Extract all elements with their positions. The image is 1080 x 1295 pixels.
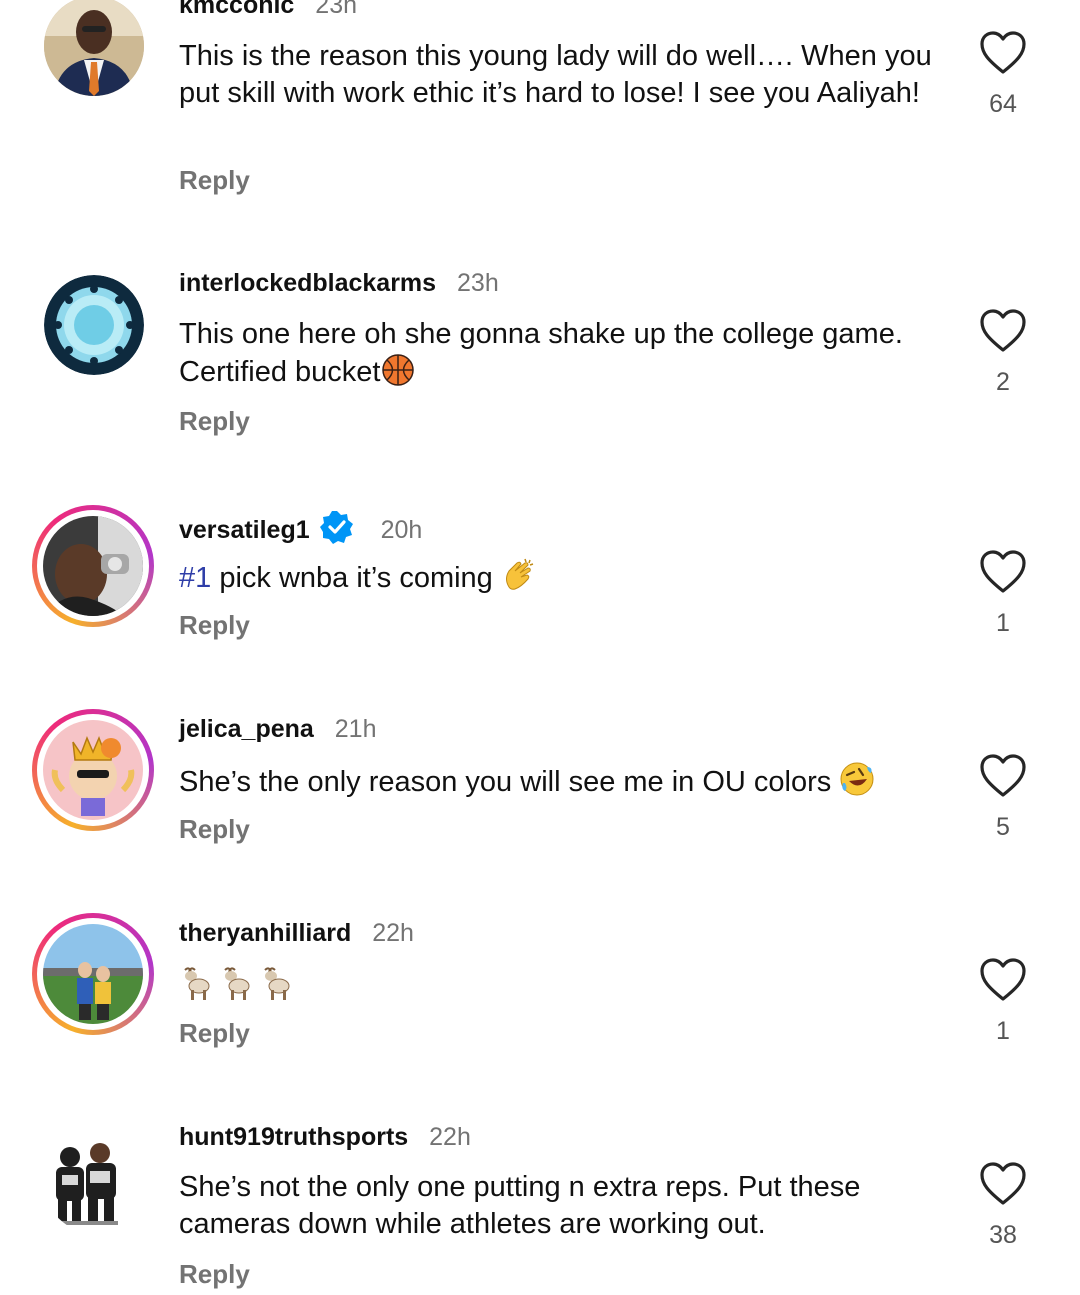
avatar [43, 516, 143, 616]
avatar[interactable] [44, 275, 144, 375]
comment-text-content: She’s the only reason you will see me in… [179, 766, 840, 798]
heart-icon[interactable] [978, 957, 1028, 1003]
timestamp: 20h [380, 516, 423, 544]
like-count: 2 [996, 368, 1010, 396]
comment-text: She’s not the only one putting n extra r… [179, 1171, 861, 1240]
comment-text [179, 964, 939, 1006]
hashtag-link[interactable]: #1 [179, 562, 211, 594]
verified-badge-icon [319, 511, 353, 544]
avatar-image [44, 275, 144, 375]
reply-button[interactable]: Reply [179, 610, 250, 641]
comment-text: This is the reason this young lady will … [179, 40, 932, 109]
comment-text-content: pick wnba it’s coming [211, 562, 501, 594]
heart-icon[interactable] [978, 308, 1028, 354]
goat-icon [184, 967, 290, 1000]
comment-meta: hunt919truthsports 22h [179, 1122, 471, 1152]
comment-meta: interlockedblackarms 23h [179, 268, 499, 298]
avatar-story-ring[interactable] [32, 709, 154, 831]
username[interactable]: interlockedblackarms [179, 269, 436, 297]
avatar[interactable] [44, 0, 144, 96]
reply-button[interactable]: Reply [179, 406, 250, 437]
avatar-image [43, 720, 143, 820]
reply-button[interactable]: Reply [179, 165, 250, 196]
basketball-icon [381, 354, 414, 386]
timestamp: 21h [334, 715, 377, 743]
username[interactable]: kmcconic [179, 0, 294, 19]
comment-text: #1 pick wnba it’s coming [179, 557, 939, 597]
avatar[interactable] [44, 1133, 144, 1233]
like-count: 1 [996, 609, 1010, 637]
username[interactable]: theryanhilliard [179, 919, 351, 947]
like-count: 1 [996, 1017, 1010, 1045]
comment-meta: jelica_pena 21h [179, 714, 376, 744]
comment-meta: kmcconic 23h [179, 0, 357, 20]
heart-icon[interactable] [978, 549, 1028, 595]
timestamp: 23h [457, 269, 499, 297]
comment-text: This one here oh she gonna shake up the … [179, 316, 939, 391]
username[interactable]: versatileg1 [179, 516, 310, 544]
rolling-laughing-icon [840, 762, 874, 796]
timestamp: 23h [315, 0, 358, 19]
avatar-story-ring[interactable] [32, 505, 154, 627]
like-count: 5 [996, 813, 1010, 841]
like-count: 38 [989, 1221, 1017, 1249]
avatar-image [44, 1133, 144, 1233]
username[interactable]: jelica_pena [179, 715, 314, 743]
avatar-image [44, 0, 144, 96]
like-count: 64 [989, 90, 1017, 118]
avatar-image [43, 924, 143, 1024]
comment-meta: theryanhilliard 22h [179, 918, 414, 948]
timestamp: 22h [429, 1123, 471, 1151]
avatar-story-ring[interactable] [32, 913, 154, 1035]
comment-text-content: This one here oh she gonna shake up the … [179, 318, 903, 388]
avatar [43, 924, 143, 1024]
avatar [43, 720, 143, 820]
heart-icon[interactable] [978, 30, 1028, 76]
comment-text: She’s the only reason you will see me in… [179, 761, 939, 801]
avatar-image [43, 516, 143, 616]
username[interactable]: hunt919truthsports [179, 1123, 408, 1151]
reply-button[interactable]: Reply [179, 814, 250, 845]
timestamp: 22h [372, 919, 414, 947]
reply-button[interactable]: Reply [179, 1018, 250, 1049]
heart-icon[interactable] [978, 1161, 1028, 1207]
heart-icon[interactable] [978, 753, 1028, 799]
comment-meta: versatileg1 20h [179, 510, 422, 545]
reply-button[interactable]: Reply [179, 1259, 250, 1290]
clapping-hands-icon [505, 558, 534, 590]
